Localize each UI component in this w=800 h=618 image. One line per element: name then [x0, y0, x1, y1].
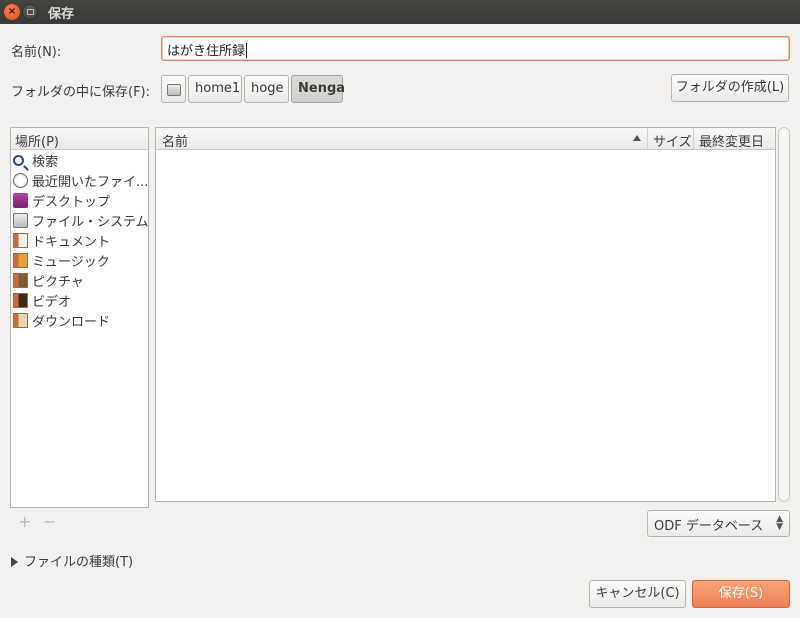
place-label: ピクチャ: [32, 274, 84, 290]
file-list-scrollbar[interactable]: [778, 127, 790, 502]
drive-icon: [167, 84, 181, 96]
file-type-value: ODF データベース: [654, 519, 764, 534]
path-button-nenga[interactable]: Nenga: [291, 75, 345, 103]
desktop-icon: [13, 192, 28, 208]
place-item-filesystem[interactable]: ファイル・システム: [11, 210, 149, 230]
pictures-folder-icon: [13, 272, 28, 288]
place-item-recent[interactable]: 最近開いたファイ...: [11, 170, 148, 190]
column-name[interactable]: 名前: [162, 131, 188, 150]
places-header: 場所(P): [11, 128, 148, 150]
path-button-home1[interactable]: home1: [188, 75, 242, 103]
place-item-documents[interactable]: ドキュメント: [11, 230, 148, 250]
place-item-music[interactable]: ミュージック: [11, 250, 148, 270]
window-title: 保存: [48, 7, 75, 22]
filename-input[interactable]: はがき住所録: [161, 36, 790, 61]
column-modified[interactable]: 最終変更日: [699, 131, 764, 150]
place-item-downloads[interactable]: ダウンロード: [11, 310, 148, 330]
place-label: 検索: [32, 154, 59, 170]
place-label: デスクトップ: [32, 194, 111, 210]
sort-ascending-icon: [633, 135, 641, 141]
title-bar: × 保存: [0, 0, 800, 24]
name-label: 名前(N):: [11, 45, 62, 60]
file-type-select[interactable]: ODF データベース ▲ ▼: [647, 510, 790, 537]
column-size[interactable]: サイズ: [653, 131, 692, 150]
place-label: ミュージック: [32, 254, 110, 270]
place-label: ダウンロード: [32, 314, 111, 330]
path-root-button[interactable]: [161, 75, 186, 103]
places-panel: 場所(P) 検索 最近開いたファイ... デスクトップ ファイル・システム ドキ…: [10, 127, 149, 508]
close-window-button[interactable]: ×: [4, 4, 20, 20]
create-folder-button[interactable]: フォルダの作成(L): [671, 74, 789, 102]
filename-value: はがき住所録: [167, 44, 246, 59]
updown-arrows-icon: ▲ ▼: [776, 514, 783, 532]
place-label: ファイル・システム: [32, 214, 149, 230]
place-item-search[interactable]: 検索: [11, 150, 148, 170]
place-item-videos[interactable]: ビデオ: [11, 290, 148, 310]
remove-place-button[interactable]: −: [43, 512, 56, 531]
save-in-folder-label: フォルダの中に保存(F):: [11, 85, 151, 100]
file-list-header: 名前 サイズ 最終変更日: [156, 128, 775, 150]
place-label: ビデオ: [32, 294, 72, 310]
file-list[interactable]: 名前 サイズ 最終変更日: [155, 127, 776, 502]
videos-folder-icon: [13, 292, 28, 308]
save-button[interactable]: 保存(S): [692, 580, 790, 608]
recent-icon: [13, 172, 28, 188]
place-item-pictures[interactable]: ピクチャ: [11, 270, 148, 290]
file-type-expander[interactable]: ファイルの種類(T): [11, 551, 133, 570]
search-icon: [13, 154, 24, 166]
add-place-button[interactable]: +: [18, 512, 31, 531]
drive-icon: [13, 212, 28, 228]
cancel-button[interactable]: キャンセル(C): [589, 580, 686, 608]
place-item-desktop[interactable]: デスクトップ: [11, 190, 148, 210]
maximize-window-button[interactable]: [22, 4, 38, 20]
place-label: 最近開いたファイ...: [32, 174, 149, 190]
file-type-expander-label: ファイルの種類(T): [24, 555, 134, 570]
path-button-hoge[interactable]: hoge: [244, 75, 289, 103]
documents-folder-icon: [13, 232, 28, 248]
place-label: ドキュメント: [32, 234, 111, 250]
expand-triangle-icon: [11, 557, 18, 567]
downloads-folder-icon: [13, 312, 28, 328]
music-folder-icon: [13, 252, 28, 268]
